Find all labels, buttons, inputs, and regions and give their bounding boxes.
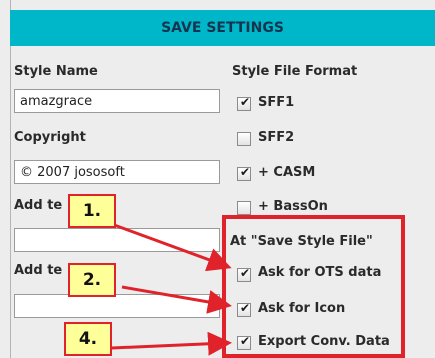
- arrow-4: [111, 331, 232, 356]
- annotation-arrows: [105, 220, 232, 356]
- callout-4: 4.: [64, 322, 112, 356]
- callout-1: 1.: [68, 194, 116, 228]
- callout-2: 2.: [68, 263, 116, 297]
- arrow-1: [105, 220, 232, 272]
- arrow-2: [121, 285, 232, 314]
